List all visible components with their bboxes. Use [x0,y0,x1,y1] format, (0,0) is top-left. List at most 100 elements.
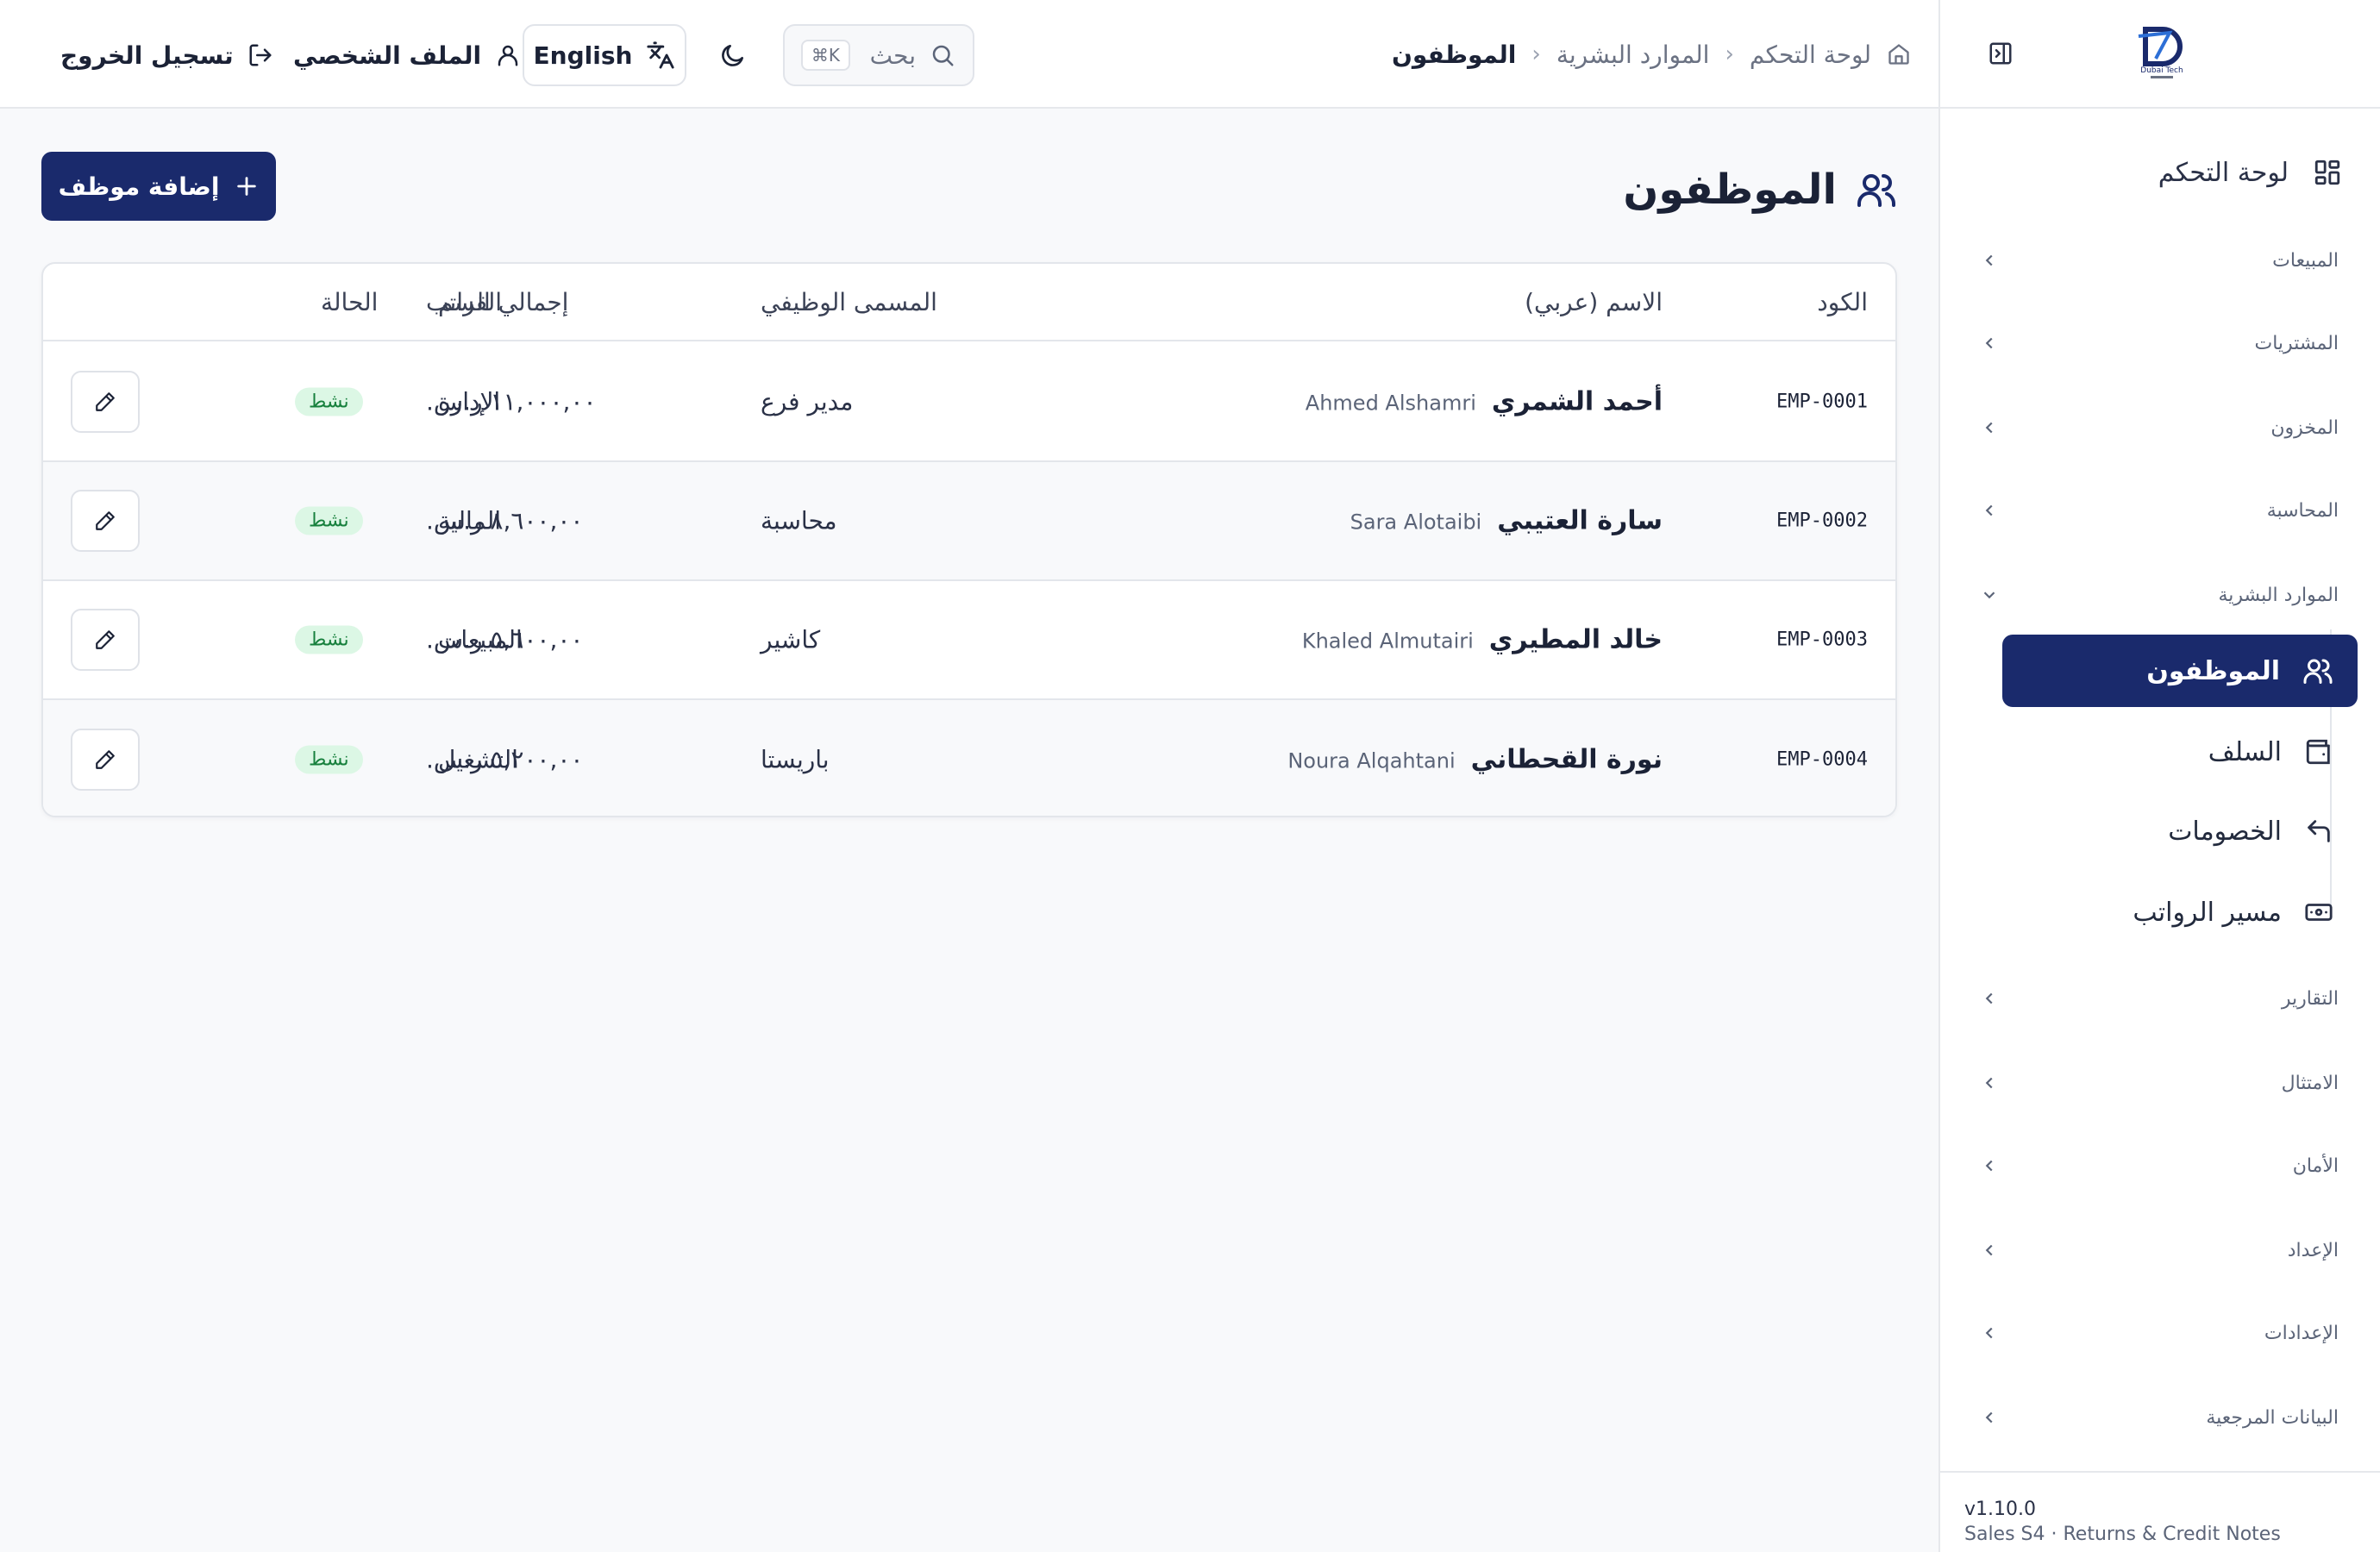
employee-name: سارة العتيبي Sara Alotaibi [1350,506,1663,536]
sidebar-group-security[interactable]: الأمان [1961,1142,2358,1190]
employee-code: EMP-0004 [1776,748,1868,771]
sidebar-item-employees[interactable]: الموظفون [2002,635,2358,707]
table-header: الكود الاسم (عربي) المسمى الوظيفي القسم … [43,264,1895,341]
chevron-left-icon [1985,1244,1993,1256]
sidebar-group-label: الامتثال [2281,1072,2339,1094]
status-badge-text: نشط [295,625,363,654]
employee-name-en: Noura Alqahtani [1287,748,1456,773]
sidebar-group-master-data[interactable]: البيانات المرجعية [1961,1393,2358,1442]
sidebar-item-payroll[interactable]: مسير الرواتب [2002,876,2358,948]
wallet-icon [2306,739,2330,765]
sidebar-group-hr[interactable]: الموارد البشرية [1961,571,2358,619]
sidebar-item-label: الموظفون [2146,655,2280,686]
users-icon [2303,659,2333,684]
edit-button[interactable] [71,490,140,552]
sidebar-header: Dubai Tech [1940,0,2380,109]
users-icon [1857,174,1895,207]
logo-text: Dubai Tech [2140,66,2183,75]
employee-name-en: Khaled Almutairi [1301,629,1474,654]
pencil-icon [96,511,115,530]
add-employee-button[interactable]: إضافة موظف [41,152,276,221]
search-input[interactable] [864,41,916,70]
chevron-left-icon [1985,1411,1993,1424]
table-row[interactable]: EMP-0003 خالد المطيري Khaled Almutairi ك… [43,581,1895,700]
breadcrumb-current: الموظفون [1391,40,1517,69]
company-logo[interactable]: Dubai Tech [2135,24,2189,81]
sidebar-group-reports[interactable]: التقارير [1961,974,2358,1023]
employee-job-title: محاسبة [761,506,837,535]
language-button[interactable]: English [523,24,686,86]
sidebar-item-dashboard[interactable]: لوحة التحكم [1961,148,2358,197]
chevron-left-icon [1985,254,1993,266]
page-title-text: الموظفون [1623,166,1837,214]
column-header-title[interactable]: المسمى الوظيفي [761,288,937,316]
home-icon [1888,44,1909,65]
sidebar-item-label: لوحة التحكم [2158,157,2289,188]
sidebar-group-setup[interactable]: الإعداد [1961,1226,2358,1274]
table-row[interactable]: EMP-0004 نورة القحطاني Noura Alqahtani ب… [43,700,1895,816]
add-employee-label: إضافة موظف [58,172,220,201]
undo-icon [2308,820,2330,842]
logout-button[interactable]: تسجيل الخروج [60,34,273,76]
profile-button[interactable]: الملف الشخصي [293,34,521,76]
status-badge: نشط [295,625,363,654]
search-box[interactable]: ⌘K [783,24,974,86]
employee-salary: ١١,٠٠٠,٠٠ ر.س. [426,387,597,416]
employee-name-ar: خالد المطيري [1488,624,1663,655]
table-row[interactable]: EMP-0002 سارة العتيبي Sara Alotaibi محاس… [43,462,1895,581]
employee-name-en: Ahmed Alshamri [1305,391,1476,416]
sidebar-group-settings[interactable]: الإعدادات [1961,1309,2358,1357]
employee-name-ar: سارة العتيبي [1497,505,1663,536]
breadcrumb-separator: ‹ [1531,41,1541,67]
table-row[interactable]: EMP-0001 أحمد الشمري Ahmed Alshamri مدير… [43,343,1895,462]
sidebar-item-label: مسير الرواتب [2133,897,2282,928]
employee-name: خالد المطيري Khaled Almutairi [1302,625,1663,655]
dashboard-grid-icon [2314,160,2340,185]
employees-table: الكود الاسم (عربي) المسمى الوظيفي القسم … [41,262,1897,817]
sidebar-group-label: المبيعات [2272,249,2339,272]
sidebar-footer: v1.10.0 Sales S4 · Returns & Credit Note… [1938,1471,2380,1552]
sidebar-group-purchases[interactable]: المشتريات [1961,319,2358,367]
logout-icon [249,44,272,66]
employee-name: أحمد الشمري Ahmed Alshamri [1306,387,1663,417]
sidebar-item-advances[interactable]: السلف [2002,716,2358,788]
theme-toggle-button[interactable] [716,38,750,72]
sidebar-group-sales[interactable]: المبيعات [1961,236,2358,285]
user-icon [498,45,518,66]
breadcrumb-hr[interactable]: الموارد البشرية [1556,41,1710,69]
language-label: English [533,41,633,70]
breadcrumb-dashboard[interactable]: لوحة التحكم [1750,41,1871,69]
plus-icon [237,177,257,196]
sidebar-group-label: المحاسبة [2266,499,2339,522]
sidebar-group-label: الموارد البشرية [2218,584,2339,606]
app-version: v1.10.0 [1964,1499,2036,1520]
edit-button[interactable] [71,609,140,671]
sidebar-group-label: الأمان [2292,1155,2339,1177]
employee-name-en: Sara Alotaibi [1350,510,1482,535]
breadcrumb: لوحة التحكم ‹ الموارد البشرية ‹ الموظفون [1392,34,1911,74]
employee-job-title: كاشير [761,625,821,654]
sidebar: Dubai Tech لوحة التحكم المبيعات المشتريا… [1938,0,2380,1552]
sidebar-item-deductions[interactable]: الخصومات [2002,795,2358,867]
employee-code: EMP-0001 [1776,391,1868,413]
edit-button[interactable] [71,729,140,791]
employee-salary: ٥,٢٠٠,٠٠ ر.س. [426,745,584,774]
sidebar-group-accounting[interactable]: المحاسبة [1961,486,2358,535]
edit-button[interactable] [71,371,140,433]
employee-name-ar: أحمد الشمري [1491,386,1663,417]
sidebar-group-inventory[interactable]: المخزون [1961,404,2358,452]
column-header-code[interactable]: الكود [1817,288,1868,316]
column-header-salary[interactable]: إجمالي الراتب [426,288,568,316]
status-badge: نشط [295,745,363,774]
chevron-down-icon [1983,591,1995,599]
employee-code: EMP-0003 [1776,629,1868,651]
column-header-status[interactable]: الحالة [321,288,378,316]
employee-code: EMP-0002 [1776,510,1868,532]
sidebar-group-label: المشتريات [2254,332,2339,354]
profile-label: الملف الشخصي [293,41,482,70]
column-header-name[interactable]: الاسم (عربي) [1525,288,1663,316]
employee-job-title: مدير فرع [761,387,854,416]
search-shortcut: ⌘K [800,40,850,71]
sidebar-collapse-button[interactable] [1985,38,2016,69]
sidebar-group-compliance[interactable]: الامتثال [1961,1059,2358,1107]
